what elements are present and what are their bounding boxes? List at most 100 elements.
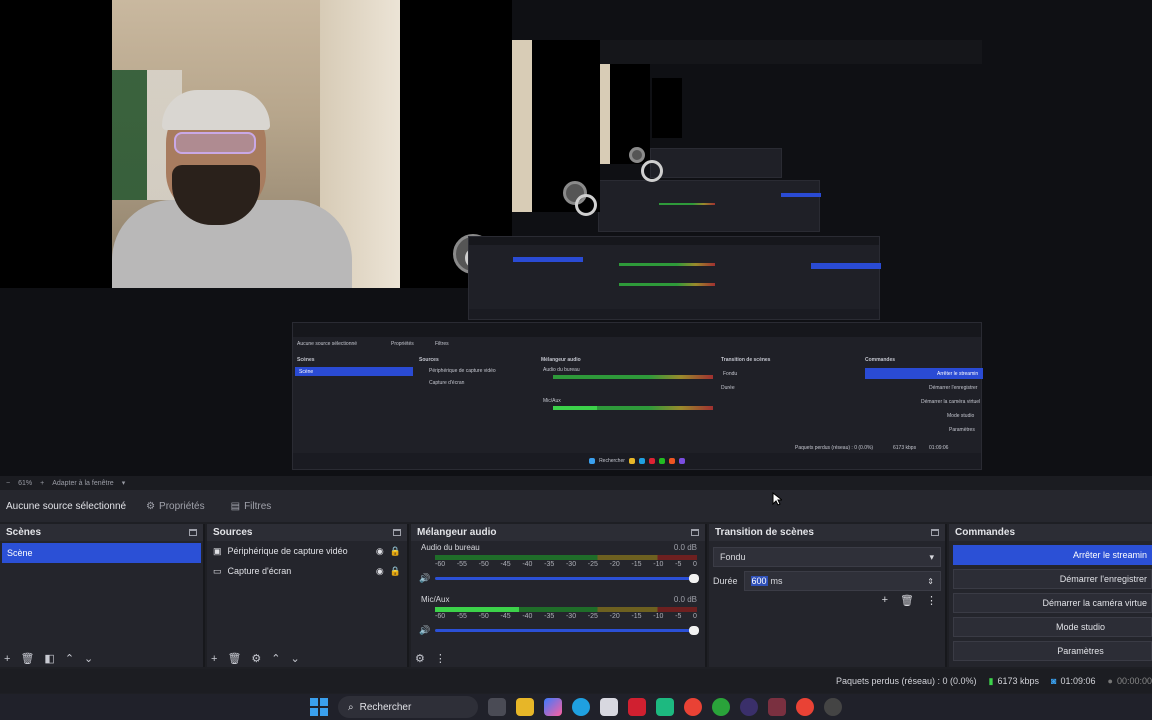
filters-button[interactable]: ▤ Filtres [225, 498, 278, 515]
start-recording-button[interactable]: Démarrer l'enregistrer [953, 569, 1152, 589]
more-icon[interactable]: ⋮ [435, 652, 446, 665]
copilot-icon[interactable] [544, 698, 562, 716]
undock-icon[interactable] [931, 529, 939, 536]
nested-no-source: Aucune source sélectionné [297, 341, 358, 347]
record-icon: ● [1107, 676, 1113, 686]
eye-icon[interactable]: ◉ [376, 566, 384, 577]
zoom-bar: − 61% + Adapter à la fenêtre ▾ [0, 476, 1152, 490]
undock-icon[interactable] [691, 529, 699, 536]
meter-tick-label: 0 [693, 561, 697, 568]
meter-tick-label: -20 [609, 561, 620, 568]
duration-input[interactable]: 600 ms ⇕ [743, 571, 941, 591]
meter-tick-label: -10 [653, 613, 664, 620]
trash-icon[interactable]: 🗑 [20, 652, 34, 665]
chevron-down-icon[interactable]: ▾ [122, 479, 126, 487]
preview-canvas[interactable]: Aucune source sélectionné Propriétés Fil… [0, 0, 1152, 476]
zoom-in-button[interactable]: + [40, 480, 44, 487]
chrome-icon[interactable] [684, 698, 702, 716]
meter-tick-label: -25 [587, 561, 598, 568]
stream-time: 01:09:06 [1060, 676, 1096, 686]
fit-to-window[interactable]: Adapter à la fenêtre [52, 480, 114, 487]
add-icon[interactable]: + [4, 653, 10, 665]
lock-icon[interactable]: 🔒 [390, 546, 401, 557]
windows-start-icon[interactable] [310, 698, 328, 716]
monitor-icon: ▭ [213, 565, 222, 576]
nested-preview-3 [598, 180, 821, 232]
transition-title: Transition de scènes [715, 527, 814, 538]
mixer-title: Mélangeur audio [417, 527, 497, 538]
signal-icon: ▮ [988, 675, 994, 686]
obs-window-icon[interactable] [768, 698, 786, 716]
meter-tick-label: -45 [500, 561, 511, 568]
obs-icon[interactable] [740, 698, 758, 716]
meter-tick-label: -20 [609, 613, 620, 620]
source-toolbar: Aucune source sélectionné ⚙ Propriétés ▤… [0, 490, 1152, 522]
properties-button[interactable]: ⚙ Propriétés [140, 498, 211, 515]
meter-tick-label: -35 [544, 561, 555, 568]
scene-item[interactable]: Scène [2, 543, 201, 563]
meter-tick-label: -30 [565, 561, 577, 568]
file-explorer-icon[interactable] [516, 698, 534, 716]
meter-tick-label: -45 [500, 613, 511, 620]
filter-icon: ▤ [230, 500, 241, 512]
controls-title: Commandes [955, 527, 1016, 538]
chevron-down-icon: ▾ [929, 551, 934, 562]
start-virtual-camera-button[interactable]: Démarrer la caméra virtue [953, 593, 1152, 613]
source-item[interactable]: ▣ Périphérique de capture vidéo ◉ 🔒 [207, 541, 407, 561]
bitrate: 6173 kbps [997, 676, 1040, 686]
store-icon[interactable] [600, 698, 618, 716]
no-source-label: Aucune source sélectionné [6, 500, 127, 512]
chrome-profile-icon[interactable] [796, 698, 814, 716]
source-item[interactable]: ▭ Capture d'écran ◉ 🔒 [207, 561, 407, 581]
undock-icon[interactable] [189, 529, 197, 536]
volume-slider[interactable] [435, 626, 699, 635]
zoom-out-button[interactable]: − [6, 480, 10, 487]
studio-mode-button[interactable]: Mode studio [953, 617, 1152, 637]
xbox-icon[interactable] [712, 698, 730, 716]
stepper-icon[interactable]: ⇕ [927, 577, 934, 586]
filter-icon[interactable]: ◧ [44, 652, 54, 665]
task-view-icon[interactable] [488, 698, 506, 716]
undock-icon[interactable] [393, 529, 401, 536]
meter-tick-label: -5 [675, 613, 682, 620]
meter-tick-label: -15 [631, 561, 642, 568]
mixer-settings-icon[interactable]: ⚙ [415, 652, 425, 665]
duration-label: Durée [713, 576, 738, 586]
speaker-icon[interactable]: 🔊 [419, 573, 430, 584]
move-down-icon[interactable]: ⌄ [291, 652, 300, 665]
record-time: 00:00:00 [1116, 676, 1152, 686]
gear-icon[interactable]: ⚙ [251, 652, 261, 665]
mixer-channel: Audio du bureau 0.0 dB -60 -55 -50 -45 -40 -3… [419, 543, 699, 584]
move-down-icon[interactable]: ⌄ [84, 652, 93, 665]
status-bar: Paquets perdus (réseau) : 0 (0.0%) ▮ 6173… [0, 669, 1152, 693]
trash-icon[interactable]: 🗑 [900, 594, 914, 607]
eye-icon[interactable]: ◉ [376, 546, 384, 557]
mouse-cursor-icon [772, 492, 782, 506]
transition-select[interactable]: Fondu ▾ [713, 547, 941, 567]
nested-preview-2 [468, 236, 881, 320]
mixer-channel: Mic/Aux 0.0 dB -60 -55 -50 -45 -40 -35 -30 -25-… [419, 595, 699, 636]
audio-mixer-dock: Mélangeur audio Audio du bureau 0.0 dB -… [411, 524, 707, 667]
lock-icon[interactable]: 🔒 [390, 566, 401, 577]
app-icon[interactable] [824, 698, 842, 716]
trash-icon[interactable]: 🗑 [227, 652, 241, 665]
stream-icon: ◙ [1051, 676, 1057, 686]
move-up-icon[interactable]: ⌃ [65, 652, 74, 665]
meter-tick-label: -35 [544, 613, 555, 620]
edge-icon[interactable] [572, 698, 590, 716]
add-icon[interactable]: + [211, 653, 217, 665]
media-player-icon[interactable] [628, 698, 646, 716]
stop-streaming-button[interactable]: Arrêter le streamin [953, 545, 1152, 565]
volume-slider[interactable] [435, 574, 699, 583]
meter-tick-label: -5 [675, 561, 682, 568]
add-icon[interactable]: + [882, 594, 888, 607]
move-up-icon[interactable]: ⌃ [271, 652, 280, 665]
more-icon[interactable]: ⋮ [926, 594, 937, 607]
settings-button[interactable]: Paramètres [953, 641, 1152, 661]
speaker-icon[interactable]: 🔊 [419, 625, 430, 636]
app-icon[interactable] [656, 698, 674, 716]
nested-preview-4 [650, 148, 782, 178]
webcam-source [0, 0, 512, 288]
meter-tick-label: -50 [478, 613, 489, 620]
taskbar-search[interactable]: ⌕ Rechercher [338, 696, 478, 718]
